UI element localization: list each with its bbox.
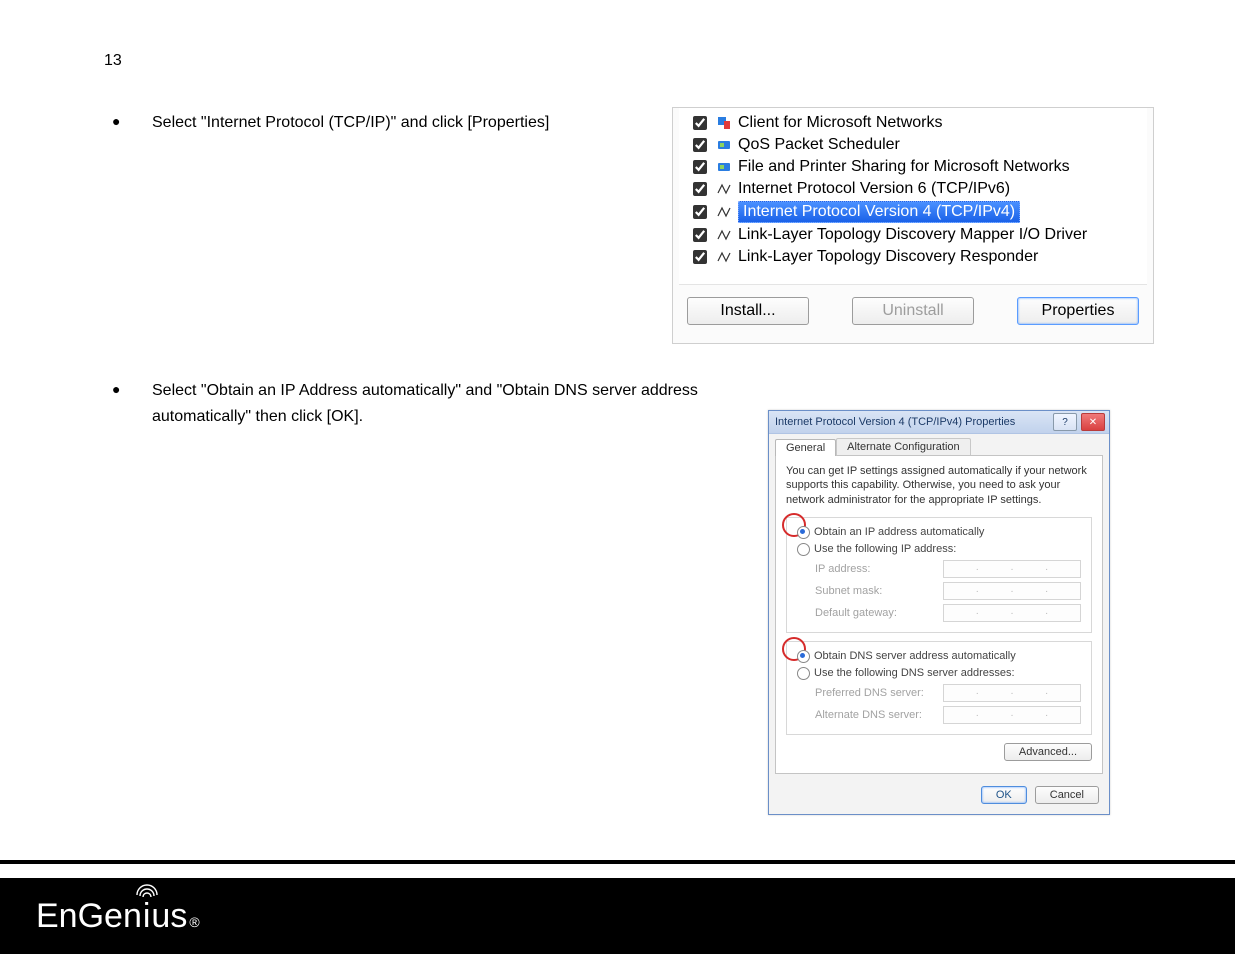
- component-lltd-responder[interactable]: Link-Layer Topology Discovery Responder: [681, 246, 1145, 268]
- tab-alternate-configuration[interactable]: Alternate Configuration: [836, 438, 971, 455]
- field-alternate-dns: Alternate DNS server: ...: [815, 706, 1081, 724]
- radio-label: Use the following IP address:: [814, 543, 956, 555]
- component-checkbox[interactable]: [693, 160, 707, 174]
- install-button[interactable]: Install...: [687, 297, 809, 325]
- radio-icon: [797, 667, 810, 680]
- component-label: Link-Layer Topology Discovery Responder: [738, 248, 1038, 266]
- page-number: 13: [104, 52, 122, 70]
- protocol-icon: [716, 249, 732, 265]
- protocol-icon: [716, 227, 732, 243]
- ip-settings-group: Obtain an IP address automatically Use t…: [786, 517, 1092, 633]
- field-label: Preferred DNS server:: [815, 687, 935, 699]
- component-checkbox[interactable]: [693, 116, 707, 130]
- network-components-panel: Client for Microsoft Networks QoS Packet…: [672, 107, 1154, 344]
- dialog-title-bar[interactable]: Internet Protocol Version 4 (TCP/IPv4) P…: [769, 411, 1109, 434]
- radio-obtain-ip-auto[interactable]: Obtain an IP address automatically: [797, 526, 1081, 539]
- radio-obtain-dns-auto[interactable]: Obtain DNS server address automatically: [797, 650, 1081, 663]
- engenius-logo: EnGen i us ®: [36, 897, 200, 936]
- field-preferred-dns: Preferred DNS server: ...: [815, 684, 1081, 702]
- component-label: Internet Protocol Version 6 (TCP/IPv6): [738, 180, 1010, 198]
- component-label: Client for Microsoft Networks: [738, 114, 943, 132]
- component-checkbox[interactable]: [693, 138, 707, 152]
- dialog-title: Internet Protocol Version 4 (TCP/IPv4) P…: [775, 416, 1015, 428]
- default-gateway-input: ...: [943, 604, 1081, 622]
- radio-label: Obtain DNS server address automatically: [814, 650, 1016, 662]
- component-checkbox[interactable]: [693, 205, 707, 219]
- field-ip-address: IP address: ...: [815, 560, 1081, 578]
- field-subnet-mask: Subnet mask: ...: [815, 582, 1081, 600]
- component-checkbox[interactable]: [693, 182, 707, 196]
- protocol-icon: [716, 204, 732, 220]
- component-client-ms-networks[interactable]: Client for Microsoft Networks: [681, 112, 1145, 134]
- dialog-intro-text: You can get IP settings assigned automat…: [786, 464, 1092, 507]
- component-lltd-mapper[interactable]: Link-Layer Topology Discovery Mapper I/O…: [681, 224, 1145, 246]
- radio-label: Obtain an IP address automatically: [814, 526, 984, 538]
- wifi-icon: [136, 883, 158, 899]
- properties-button[interactable]: Properties: [1017, 297, 1139, 325]
- logo-text-suffix: us: [151, 897, 187, 936]
- network-components-list[interactable]: Client for Microsoft Networks QoS Packet…: [679, 108, 1147, 285]
- component-checkbox[interactable]: [693, 228, 707, 242]
- protocol-icon: [716, 181, 732, 197]
- field-label: Subnet mask:: [815, 585, 935, 597]
- component-label: Internet Protocol Version 4 (TCP/IPv4): [738, 201, 1020, 223]
- help-button[interactable]: ?: [1053, 413, 1077, 431]
- page-footer: EnGen i us ®: [0, 864, 1235, 954]
- alternate-dns-input: ...: [943, 706, 1081, 724]
- ok-button[interactable]: OK: [981, 786, 1027, 804]
- service-icon: [716, 137, 732, 153]
- component-label: QoS Packet Scheduler: [738, 136, 900, 154]
- dialog-body: You can get IP settings assigned automat…: [775, 455, 1103, 774]
- logo-text-i: i: [143, 897, 151, 935]
- service-icon: [716, 159, 732, 175]
- preferred-dns-input: ...: [943, 684, 1081, 702]
- field-label: Default gateway:: [815, 607, 935, 619]
- uninstall-button: Uninstall: [852, 297, 974, 325]
- radio-label: Use the following DNS server addresses:: [814, 667, 1015, 679]
- instruction-step-1: Select "Internet Protocol (TCP/IP)" and …: [104, 110, 549, 136]
- registered-trademark-icon: ®: [189, 914, 199, 930]
- subnet-mask-input: ...: [943, 582, 1081, 600]
- field-label: Alternate DNS server:: [815, 709, 935, 721]
- radio-use-following-ip[interactable]: Use the following IP address:: [797, 543, 1081, 556]
- field-label: IP address:: [815, 563, 935, 575]
- dns-settings-group: Obtain DNS server address automatically …: [786, 641, 1092, 735]
- component-label: Link-Layer Topology Discovery Mapper I/O…: [738, 226, 1087, 244]
- radio-icon: [797, 526, 810, 539]
- tab-general[interactable]: General: [775, 439, 836, 456]
- component-file-print-share[interactable]: File and Printer Sharing for Microsoft N…: [681, 156, 1145, 178]
- instruction-step-2: Select "Obtain an IP Address automatical…: [104, 378, 722, 429]
- ip-address-input: ...: [943, 560, 1081, 578]
- logo-text-prefix: EnGen: [36, 897, 142, 936]
- component-checkbox[interactable]: [693, 250, 707, 264]
- radio-icon: [797, 650, 810, 663]
- client-icon: [716, 115, 732, 131]
- advanced-button[interactable]: Advanced...: [1004, 743, 1092, 761]
- field-default-gateway: Default gateway: ...: [815, 604, 1081, 622]
- component-label: File and Printer Sharing for Microsoft N…: [738, 158, 1070, 176]
- dialog-tabs: General Alternate Configuration: [769, 434, 1109, 455]
- cancel-button[interactable]: Cancel: [1035, 786, 1099, 804]
- component-tcpipv4[interactable]: Internet Protocol Version 4 (TCP/IPv4): [681, 200, 1145, 224]
- tcpipv4-properties-dialog: Internet Protocol Version 4 (TCP/IPv4) P…: [768, 410, 1110, 815]
- component-qos[interactable]: QoS Packet Scheduler: [681, 134, 1145, 156]
- radio-use-following-dns[interactable]: Use the following DNS server addresses:: [797, 667, 1081, 680]
- close-button[interactable]: ✕: [1081, 413, 1105, 431]
- radio-icon: [797, 543, 810, 556]
- component-tcpipv6[interactable]: Internet Protocol Version 6 (TCP/IPv6): [681, 178, 1145, 200]
